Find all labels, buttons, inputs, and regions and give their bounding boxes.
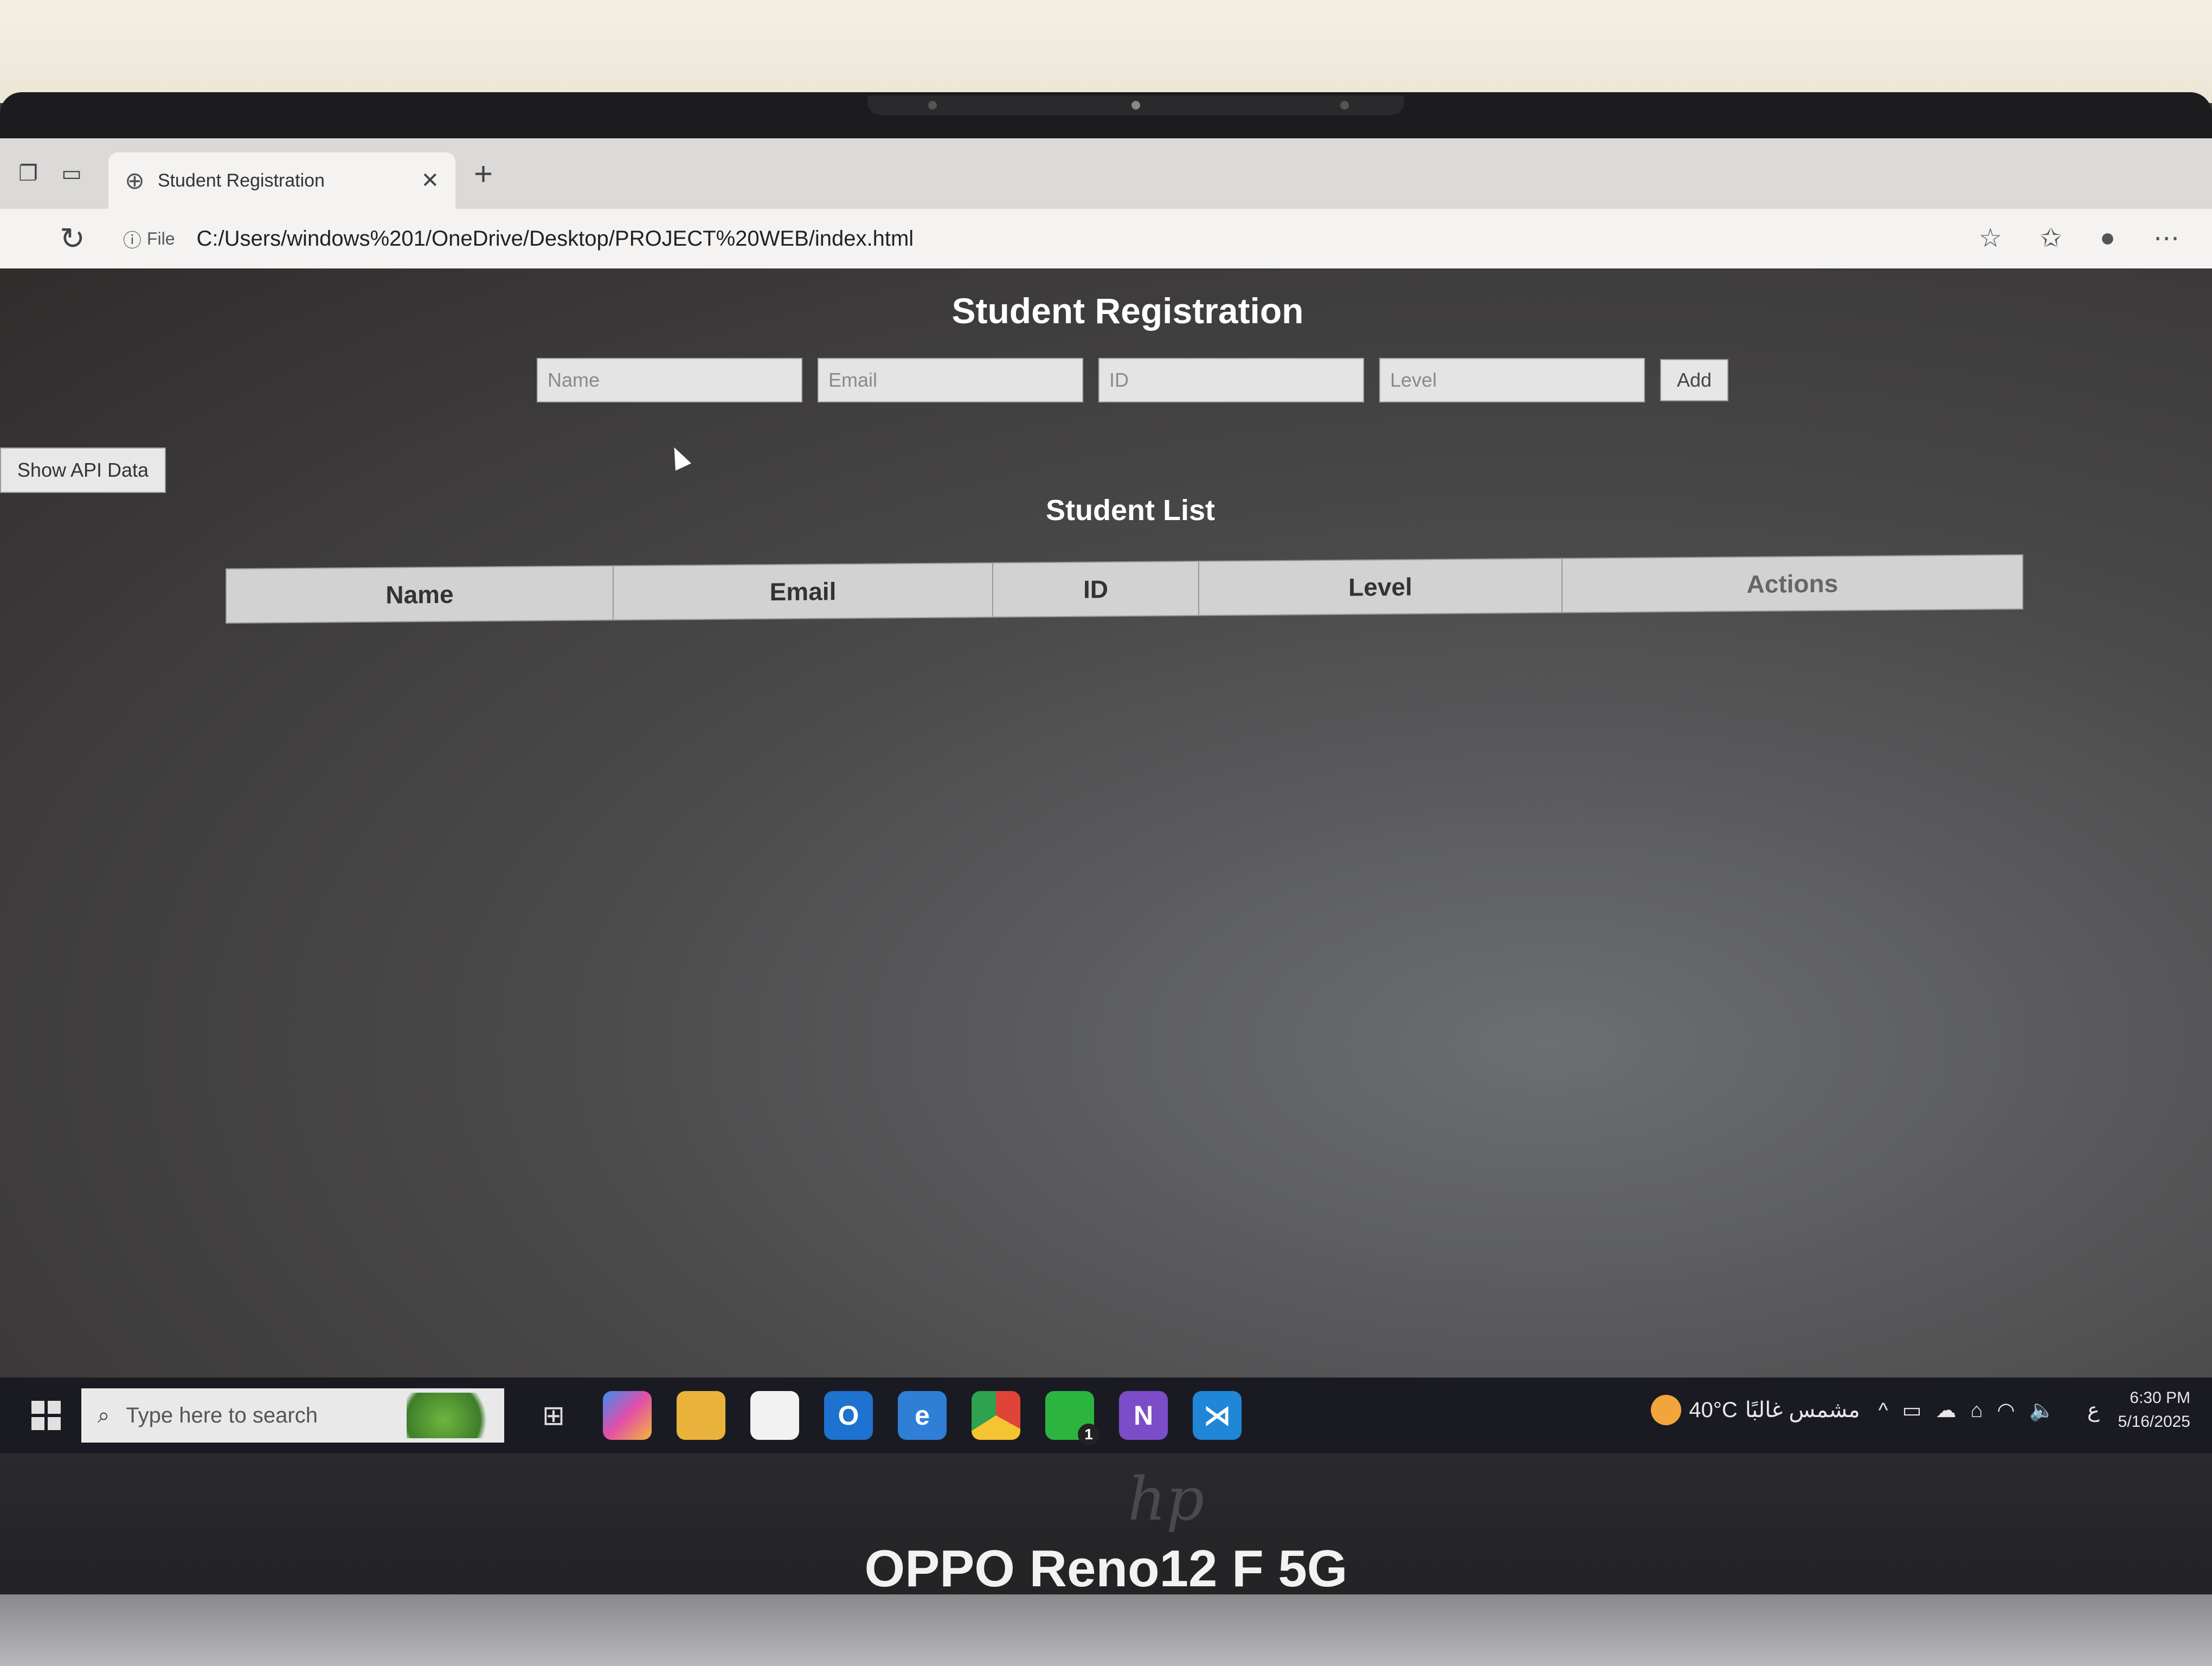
level-input[interactable]	[1379, 358, 1645, 402]
task-view-icon[interactable]: ⊞	[529, 1391, 578, 1440]
favorites-list-icon[interactable]: ✩	[2040, 223, 2062, 253]
clock-time: 6:30 PM	[2130, 1389, 2190, 1407]
add-button[interactable]: Add	[1660, 359, 1728, 401]
show-api-data-button[interactable]: Show API Data	[0, 447, 166, 493]
webcam-sensor	[1340, 101, 1349, 110]
info-icon[interactable]: ⓘ	[123, 226, 142, 252]
more-options-icon[interactable]: ⋯	[2153, 223, 2179, 253]
webcam-sensor	[928, 101, 937, 110]
workspaces-icon[interactable]: ❐	[13, 158, 43, 189]
reload-icon[interactable]: ↻	[60, 221, 85, 257]
search-highlight-image	[407, 1393, 499, 1438]
student-list-title: Student List	[1046, 494, 1215, 527]
tray-icons[interactable]: ^▭☁⌂◠🔈	[1879, 1398, 2069, 1422]
clock-date: 5/16/2025	[2118, 1413, 2190, 1431]
email-input[interactable]	[818, 358, 1083, 402]
page-title: Student Registration	[951, 291, 1304, 331]
column-header-name: Name	[226, 566, 613, 624]
clock[interactable]: 6:30 PM 5/16/2025	[2118, 1386, 2190, 1434]
column-header-actions: Actions	[1562, 554, 2023, 613]
new-tab-icon[interactable]: +	[474, 155, 493, 193]
hp-logo: hp	[1128, 1464, 1205, 1534]
student-table: Name Email ID Level Actions	[226, 554, 2023, 624]
edge-icon[interactable]: e	[898, 1391, 947, 1440]
profile-icon[interactable]: ●	[2100, 223, 2115, 253]
tab-student-registration[interactable]: ⊕ Student Registration ✕	[108, 152, 455, 209]
page-content: Student Registration Add Show API Data S…	[0, 268, 2212, 1377]
whatsapp-icon[interactable]: 1	[1045, 1391, 1099, 1445]
webcam-lens	[1131, 101, 1140, 110]
windows-taskbar: ⌕ Type here to search ⊞ O e 1 N ⋊ 40°C م…	[0, 1377, 2212, 1453]
url-field[interactable]: C:/Users/windows%201/OneDrive/Desktop/PR…	[196, 227, 914, 251]
system-tray: 40°C مشمس غالبًا ^▭☁⌂◠🔈 ع 6:30 PM 5/16/2…	[1651, 1386, 2190, 1434]
address-bar: ↻ ⓘ File C:/Users/windows%201/OneDrive/D…	[0, 209, 2212, 268]
camera-watermark: OPPO Reno12 F 5G	[864, 1540, 1348, 1598]
outlook-icon[interactable]: O	[824, 1391, 873, 1440]
address-scheme-label: File	[146, 228, 175, 248]
table-header-row: Name Email ID Level Actions	[226, 554, 2023, 624]
input-language[interactable]: ع	[2087, 1398, 2100, 1422]
weather-temperature: 40°C	[1689, 1398, 1738, 1422]
start-windows-icon[interactable]	[22, 1391, 70, 1440]
weather-condition: مشمس غالبًا	[1745, 1398, 1860, 1422]
close-icon[interactable]: ✕	[421, 168, 439, 193]
tab-actions-icon[interactable]: ▭	[56, 158, 87, 189]
favorite-star-icon[interactable]: ☆	[1979, 223, 2002, 253]
name-input[interactable]	[537, 358, 802, 402]
webcam-bar	[867, 95, 1404, 115]
weather-sun-icon	[1651, 1395, 1682, 1425]
mouse-cursor-icon	[666, 444, 691, 471]
globe-icon: ⊕	[125, 167, 145, 194]
registration-form: Add	[537, 358, 1728, 402]
id-input[interactable]	[1098, 358, 1364, 402]
file-explorer-icon[interactable]	[677, 1391, 725, 1440]
column-header-email: Email	[613, 562, 993, 620]
tab-title: Student Registration	[157, 170, 325, 191]
whatsapp-badge: 1	[1078, 1424, 1099, 1445]
column-header-id: ID	[993, 561, 1199, 617]
weather-widget[interactable]: 40°C مشمس غالبًا	[1651, 1395, 1860, 1425]
vscode-icon[interactable]: ⋊	[1193, 1391, 1242, 1440]
search-placeholder: Type here to search	[126, 1403, 318, 1427]
address-bar-actions: ☆ ✩ ● ⋯	[1979, 223, 2179, 253]
visual-studio-icon[interactable]: N	[1119, 1391, 1168, 1440]
browser-window: ❐ ▭ ⊕ Student Registration ✕ + ↻ ⓘ File …	[0, 138, 2212, 1377]
copilot-icon[interactable]	[603, 1391, 652, 1440]
taskbar-search[interactable]: ⌕ Type here to search	[81, 1388, 504, 1443]
column-header-level: Level	[1199, 558, 1562, 616]
search-icon: ⌕	[98, 1403, 110, 1427]
microsoft-store-icon[interactable]	[750, 1391, 799, 1440]
tab-strip: ❐ ▭ ⊕ Student Registration ✕ +	[0, 138, 2212, 209]
chrome-icon[interactable]	[972, 1391, 1020, 1440]
